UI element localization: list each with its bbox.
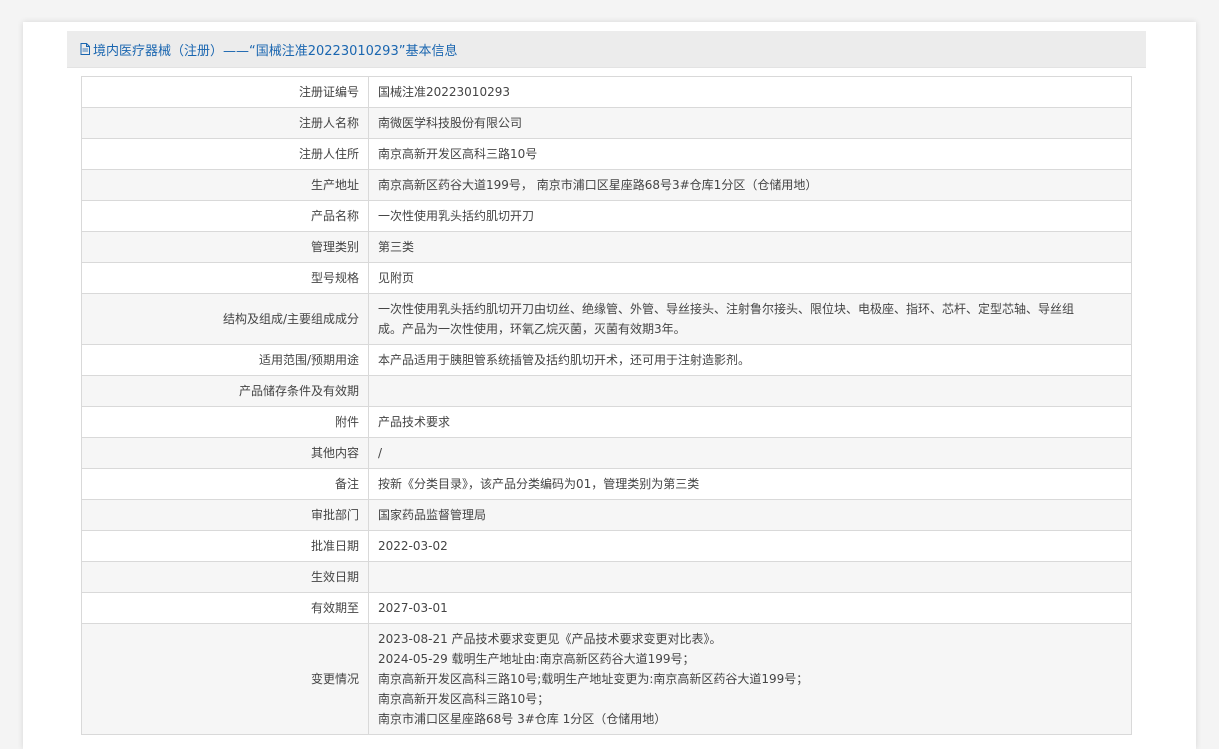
table-row: 附件 产品技术要求 (81, 406, 1132, 438)
field-value: 产品技术要求 (368, 406, 1132, 438)
field-value-line: 一次性使用乳头括约肌切开刀由切丝、绝缘管、外管、导丝接头、注射鲁尔接头、限位块、… (378, 302, 1075, 316)
field-label: 注册人住所 (81, 138, 369, 170)
field-value: 国械注准20223010293 (368, 76, 1132, 108)
field-value-line: 产品技术要求 (378, 415, 451, 429)
field-value-line: 一次性使用乳头括约肌切开刀 (378, 209, 535, 223)
content-card: 境内医疗器械（注册）——“国械注准20223010293”基本信息 注册证编号国… (23, 22, 1196, 749)
table-row: 生产地址 南京高新区药谷大道199号， 南京市浦口区星座路68号3#仓库1分区（仓… (81, 169, 1132, 201)
table-row: 型号规格 见附页 (81, 262, 1132, 294)
field-value-line: 见附页 (378, 271, 415, 285)
field-value-line: 南京市浦口区星座路68号 3#仓库 1分区（仓储用地） (378, 712, 667, 726)
field-value: 2022-03-02 (368, 530, 1132, 562)
field-value (368, 561, 1132, 593)
field-value (368, 375, 1132, 407)
field-value: 国家药品监督管理局 (368, 499, 1132, 531)
field-label: 管理类别 (81, 231, 369, 263)
field-value-line: / (378, 446, 383, 460)
field-value-line: 2024-05-29 载明生产地址由:南京高新区药谷大道199号； (378, 652, 695, 666)
field-value: 南京高新开发区高科三路10号 (368, 138, 1132, 170)
field-label: 备注 (81, 468, 369, 500)
panel-title: 境内医疗器械（注册）——“国械注准20223010293”基本信息 (93, 43, 458, 59)
field-label: 附件 (81, 406, 369, 438)
field-label: 注册人名称 (81, 107, 369, 139)
table-row: 生效日期 (81, 561, 1132, 593)
info-table: 注册证编号 国械注准20223010293 注册人名称 南微医学科技股份有限公司 注册人… (81, 76, 1132, 735)
table-row: 注册人名称 南微医学科技股份有限公司 (81, 107, 1132, 139)
field-value-line: 2023-08-21 产品技术要求变更见《产品技术要求变更对比表》。 (378, 632, 722, 646)
table-row: 管理类别 第三类 (81, 231, 1132, 263)
field-value: 按新《分类目录》，该产品分类编码为01，管理类别为第三类 (368, 468, 1132, 500)
field-label: 产品名称 (81, 200, 369, 232)
field-value: 一次性使用乳头括约肌切开刀由切丝、绝缘管、外管、导丝接头、注射鲁尔接头、限位块、… (368, 293, 1132, 345)
table-row: 备注 按新《分类目录》，该产品分类编码为01，管理类别为第三类 (81, 468, 1132, 500)
panel-header: 境内医疗器械（注册）——“国械注准20223010293”基本信息 (67, 31, 1146, 68)
field-value-line: 南京高新区药谷大道199号， 南京市浦口区星座路68号3#仓库1分区（仓储用地） (378, 178, 818, 192)
field-label: 适用范围/预期用途 (81, 344, 369, 376)
field-label: 产品储存条件及有效期 (81, 375, 369, 407)
field-value: 南京高新区药谷大道199号， 南京市浦口区星座路68号3#仓库1分区（仓储用地） (368, 169, 1132, 201)
field-value-line: 国械注准20223010293 (378, 85, 510, 99)
table-row: 审批部门 国家药品监督管理局 (81, 499, 1132, 531)
field-value: 一次性使用乳头括约肌切开刀 (368, 200, 1132, 232)
field-label: 有效期至 (81, 592, 369, 624)
field-value-line: 2027-03-01 (378, 601, 448, 615)
field-label: 结构及组成/主要组成成分 (81, 293, 369, 345)
table-row: 适用范围/预期用途 本产品适用于胰胆管系统插管及括约肌切开术，还可用于注射造影剂。 (81, 344, 1132, 376)
table-row: 产品储存条件及有效期 (81, 375, 1132, 407)
document-icon (80, 43, 90, 55)
field-label: 其他内容 (81, 437, 369, 469)
field-value: 2027-03-01 (368, 592, 1132, 624)
field-value: 南微医学科技股份有限公司 (368, 107, 1132, 139)
field-value-line: 2022-03-02 (378, 539, 448, 553)
field-value-line: 按新《分类目录》，该产品分类编码为01，管理类别为第三类 (378, 477, 700, 491)
table-row: 注册人住所 南京高新开发区高科三路10号 (81, 138, 1132, 170)
field-value: 第三类 (368, 231, 1132, 263)
field-label: 注册证编号 (81, 76, 369, 108)
field-value-line: 第三类 (378, 240, 415, 254)
field-label: 型号规格 (81, 262, 369, 294)
field-value-line: 成。产品为一次性使用，环氧乙烷灭菌，灭菌有效期3年。 (378, 322, 686, 336)
field-value: / (368, 437, 1132, 469)
field-label: 审批部门 (81, 499, 369, 531)
field-value: 见附页 (368, 262, 1132, 294)
info-table-container: 注册证编号 国械注准20223010293 注册人名称 南微医学科技股份有限公司 注册人… (81, 76, 1132, 735)
field-value-line: 南京高新开发区高科三路10号 (378, 147, 538, 161)
field-value-line: 本产品适用于胰胆管系统插管及括约肌切开术，还可用于注射造影剂。 (378, 353, 751, 367)
table-row: 批准日期 2022-03-02 (81, 530, 1132, 562)
field-value-line: 南微医学科技股份有限公司 (378, 116, 523, 130)
table-row: 产品名称 一次性使用乳头括约肌切开刀 (81, 200, 1132, 232)
table-row: 变更情况 2023-08-21 产品技术要求变更见《产品技术要求变更对比表》。 20… (81, 623, 1132, 735)
field-value: 本产品适用于胰胆管系统插管及括约肌切开术，还可用于注射造影剂。 (368, 344, 1132, 376)
field-label: 变更情况 (81, 623, 369, 735)
field-value-line: 国家药品监督管理局 (378, 508, 487, 522)
table-row: 有效期至 2027-03-01 (81, 592, 1132, 624)
field-value-line: 南京高新开发区高科三路10号； (378, 692, 550, 706)
field-label: 生产地址 (81, 169, 369, 201)
field-label: 生效日期 (81, 561, 369, 593)
table-row: 结构及组成/主要组成成分 一次性使用乳头括约肌切开刀由切丝、绝缘管、外管、导丝接头… (81, 293, 1132, 345)
field-value-line: 南京高新开发区高科三路10号;载明生产地址变更为:南京高新区药谷大道199号； (378, 672, 809, 686)
table-row: 注册证编号 国械注准20223010293 (81, 76, 1132, 108)
field-value: 2023-08-21 产品技术要求变更见《产品技术要求变更对比表》。 2024-0… (368, 623, 1132, 735)
field-label: 批准日期 (81, 530, 369, 562)
table-row: 其他内容 / (81, 437, 1132, 469)
